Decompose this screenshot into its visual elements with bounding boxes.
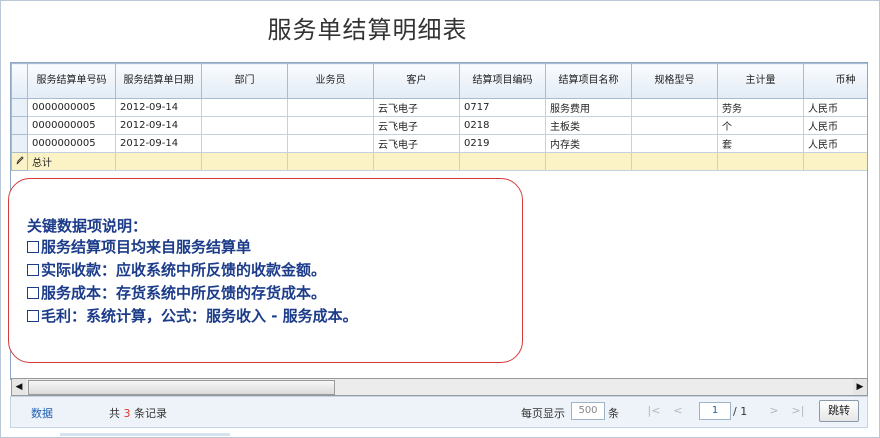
cell-spec[interactable]: [631, 116, 718, 135]
cell-department[interactable]: [201, 134, 288, 153]
cell-item-code[interactable]: 0717: [459, 98, 546, 117]
col-header-item-code[interactable]: 结算项目编码: [459, 63, 546, 99]
checkbox-icon: [27, 287, 39, 299]
total-pages: / 1: [733, 405, 748, 418]
row-selector[interactable]: [11, 98, 28, 117]
cell-customer[interactable]: 云飞电子: [373, 116, 460, 135]
col-header-order-no[interactable]: 服务结算单号码: [27, 63, 116, 99]
callout-item: 毛利：系统计算，公式：服务收入 - 服务成本。: [27, 305, 358, 326]
checkbox-icon: [27, 241, 39, 253]
detail-table: 服务结算单号码 服务结算单日期 部门 业务员 客户 结算项目编码 结算项目名称 …: [11, 63, 867, 171]
row-header-corner: [11, 63, 28, 99]
row-selector[interactable]: [11, 134, 28, 153]
cell-order-date[interactable]: 2012-09-14: [115, 98, 202, 117]
cell-item-name[interactable]: 服务费用: [545, 98, 632, 117]
checkbox-icon: [27, 264, 39, 276]
horizontal-scrollbar[interactable]: ◀ ▶: [11, 378, 868, 396]
cell-customer[interactable]: 云飞电子: [373, 134, 460, 153]
cell-spec[interactable]: [631, 98, 718, 117]
prev-page-icon[interactable]: <: [671, 403, 685, 419]
cell-currency[interactable]: 人民币: [803, 98, 867, 117]
cell-department[interactable]: [201, 116, 288, 135]
cell-order-no[interactable]: 0000000005: [27, 98, 116, 117]
cell-unit[interactable]: 套: [717, 134, 804, 153]
table-row[interactable]: 0000000005 2012-09-14 云飞电子 0219 内存类 套 人民…: [11, 134, 867, 153]
callout-item: 服务成本：存货系统中所反馈的存货成本。: [27, 282, 326, 303]
col-header-department[interactable]: 部门: [201, 63, 288, 99]
jump-button[interactable]: 跳转: [819, 400, 859, 422]
record-count: 共 3 条记录: [109, 407, 167, 420]
cell-unit[interactable]: 个: [717, 116, 804, 135]
next-page-icon[interactable]: >: [767, 403, 781, 419]
cell-order-date[interactable]: 2012-09-14: [115, 116, 202, 135]
total-row: 总计: [11, 152, 867, 171]
cell-department[interactable]: [201, 98, 288, 117]
cell-item-code[interactable]: 0218: [459, 116, 546, 135]
cell-currency[interactable]: 人民币: [803, 116, 867, 135]
col-header-customer[interactable]: 客户: [373, 63, 460, 99]
pager-bar: 数据 共 3 条记录 每页显示 500 条 |< < 1 / 1 > >| 跳转: [10, 396, 868, 428]
cell-order-no[interactable]: 0000000005: [27, 116, 116, 135]
col-header-order-date[interactable]: 服务结算单日期: [115, 63, 202, 99]
cell-order-date[interactable]: 2012-09-14: [115, 134, 202, 153]
scroll-thumb[interactable]: [28, 380, 335, 395]
checkbox-icon: [27, 310, 39, 322]
key-data-callout: 关键数据项说明： 服务结算项目均来自服务结算单 实际收款：应收系统中所反馈的收款…: [8, 178, 523, 363]
row-selector[interactable]: [11, 116, 28, 135]
scroll-right-icon[interactable]: ▶: [853, 379, 867, 395]
col-header-salesperson[interactable]: 业务员: [287, 63, 374, 99]
cell-salesperson[interactable]: [287, 116, 374, 135]
scroll-left-icon[interactable]: ◀: [12, 379, 26, 395]
header-row: 服务结算单号码 服务结算单日期 部门 业务员 客户 结算项目编码 结算项目名称 …: [11, 63, 867, 99]
data-link[interactable]: 数据: [31, 405, 53, 421]
page-size-input[interactable]: 500: [571, 402, 605, 420]
first-page-icon[interactable]: |<: [647, 403, 661, 419]
cell-item-name[interactable]: 内存类: [545, 134, 632, 153]
cell-item-name[interactable]: 主板类: [545, 116, 632, 135]
cell-item-code[interactable]: 0219: [459, 134, 546, 153]
bottom-strip: [60, 433, 230, 436]
callout-item: 实际收款：应收系统中所反馈的收款金额。: [27, 259, 326, 280]
col-header-currency[interactable]: 币种: [803, 63, 867, 99]
cell-order-no[interactable]: 0000000005: [27, 134, 116, 153]
cell-customer[interactable]: 云飞电子: [373, 98, 460, 117]
page-size-label: 每页显示: [521, 407, 565, 420]
cell-spec[interactable]: [631, 134, 718, 153]
callout-item: 服务结算项目均来自服务结算单: [27, 236, 251, 257]
table-row[interactable]: 0000000005 2012-09-14 云飞电子 0218 主板类 个 人民…: [11, 116, 867, 135]
current-page-input[interactable]: 1: [699, 402, 731, 420]
callout-heading: 关键数据项说明：: [27, 217, 148, 235]
col-header-spec[interactable]: 规格型号: [631, 63, 718, 99]
table-row[interactable]: 0000000005 2012-09-14 云飞电子 0717 服务费用 劳务 …: [11, 98, 867, 117]
cell-unit[interactable]: 劳务: [717, 98, 804, 117]
cell-salesperson[interactable]: [287, 134, 374, 153]
page-title: 服务单结算明细表: [267, 16, 468, 44]
cell-currency[interactable]: 人民币: [803, 134, 867, 153]
cell-salesperson[interactable]: [287, 98, 374, 117]
total-label: 总计: [27, 152, 116, 171]
page-size-unit: 条: [608, 407, 619, 420]
col-header-item-name[interactable]: 结算项目名称: [545, 63, 632, 99]
col-header-unit[interactable]: 主计量: [717, 63, 804, 99]
pencil-icon: [11, 152, 28, 171]
last-page-icon[interactable]: >|: [791, 403, 805, 419]
